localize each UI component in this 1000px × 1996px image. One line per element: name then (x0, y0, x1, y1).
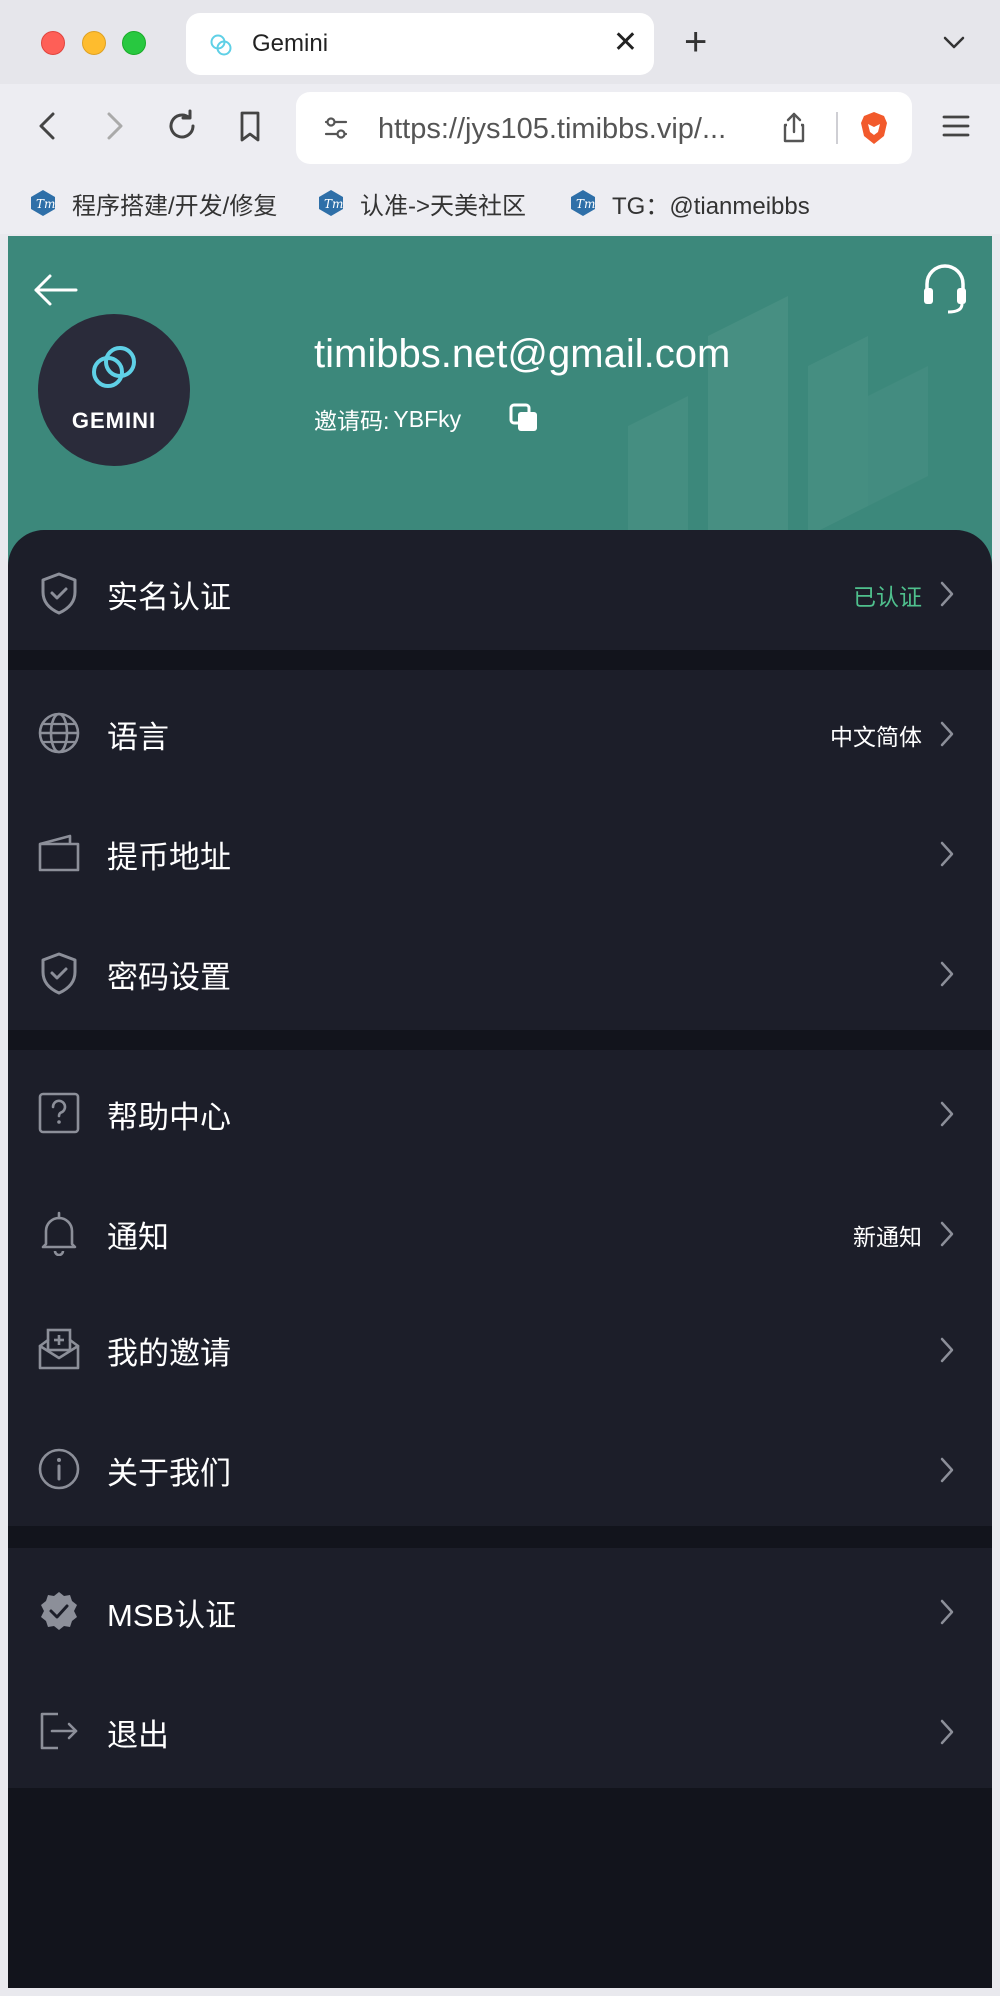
bookmarks-bar: Tm 程序搭建/开发/修复 Tm 认准->天美社区 Tm TG：@tianmei… (0, 172, 1000, 234)
hamburger-menu-icon[interactable] (936, 106, 976, 146)
help-question-icon (38, 1092, 80, 1134)
menu-label: 关于我们 (107, 1456, 231, 1491)
chevron-right-icon (940, 721, 954, 747)
menu-row-logout[interactable]: 退出 (8, 1668, 992, 1788)
chevron-right-icon (940, 1337, 954, 1363)
share-icon[interactable] (776, 110, 812, 146)
info-section: 帮助中心 通知 新通知 我的邀请 关于我们 (8, 1050, 992, 1526)
info-icon (38, 1448, 80, 1490)
tab-title: Gemini (252, 30, 329, 57)
svg-text:Tm: Tm (576, 197, 595, 211)
gemini-logo-icon (92, 346, 136, 388)
menu-row-language[interactable]: 语言 中文简体 (8, 670, 992, 790)
decorative-buildings-graphic (628, 296, 928, 536)
menu-row-notifications[interactable]: 通知 新通知 (8, 1170, 992, 1290)
address-bar[interactable]: https://jys105.timibbs.vip/... (296, 92, 912, 164)
menu-label: 退出 (107, 1718, 169, 1753)
chevron-right-icon (940, 961, 954, 987)
customer-support-headset-icon[interactable] (922, 262, 968, 316)
copy-icon[interactable] (508, 402, 540, 434)
invite-code-label: 邀请码: (314, 408, 390, 434)
tianmei-favicon-icon: Tm (571, 190, 595, 216)
close-window-button[interactable] (41, 31, 65, 55)
url-text[interactable]: https://jys105.timibbs.vip/... (378, 113, 726, 146)
verified-badge-icon (41, 1592, 77, 1630)
bookmark-item[interactable]: Tm TG：@tianmeibbs (568, 185, 810, 221)
tianmei-favicon-icon: Tm (319, 190, 343, 216)
minimize-window-button[interactable] (82, 31, 106, 55)
forward-nav-icon[interactable] (94, 106, 134, 146)
invitation-mailbox-icon (38, 1328, 80, 1370)
globe-icon (38, 712, 80, 754)
avatar: GEMINI (38, 314, 190, 466)
svg-text:Tm: Tm (324, 197, 343, 211)
chevron-right-icon (940, 1457, 954, 1483)
user-email: timibbs.net@gmail.com (314, 332, 731, 376)
brave-shields-icon[interactable] (856, 110, 892, 146)
browser-tab-bar: Gemini ✕ + (0, 0, 1000, 84)
bell-icon (41, 1211, 77, 1256)
chevron-right-icon (940, 841, 954, 867)
tab-close-button[interactable]: ✕ (613, 27, 638, 59)
menu-row-about[interactable]: 关于我们 (8, 1406, 992, 1526)
account-section: MSB认证 退出 (8, 1548, 992, 1788)
verification-section: 实名认证 已认证 (8, 530, 992, 650)
menu-label: 语言 (107, 720, 169, 755)
shield-check-icon (41, 952, 77, 995)
menu-row-password[interactable]: 密码设置 (8, 910, 992, 1030)
menu-row-verification[interactable]: 实名认证 已认证 (8, 530, 992, 650)
menu-row-invitations[interactable]: 我的邀请 (8, 1286, 992, 1406)
new-tab-button[interactable]: + (684, 20, 707, 64)
notification-badge-text: 新通知 (853, 1224, 922, 1250)
chevron-right-icon (940, 1221, 954, 1247)
menu-label: 提币地址 (107, 840, 231, 875)
bookmark-item[interactable]: Tm 程序搭建/开发/修复 (28, 185, 277, 221)
browser-tab[interactable]: Gemini ✕ (186, 13, 654, 75)
zoom-window-button[interactable] (122, 31, 146, 55)
profile-header: GEMINI timibbs.net@gmail.com 邀请码: YBFky (8, 236, 992, 566)
menu-label: 我的邀请 (107, 1336, 231, 1371)
language-value: 中文简体 (830, 724, 922, 750)
avatar-logo-text: GEMINI (71, 408, 157, 433)
chevron-right-icon (940, 1719, 954, 1745)
menu-label: 通知 (107, 1220, 169, 1255)
bookmark-icon[interactable] (230, 106, 270, 146)
bookmark-label: 认准->天美社区 (360, 192, 527, 220)
menu-row-withdraw-address[interactable]: 提币地址 (8, 790, 992, 910)
bookmark-label: TG：@tianmeibbs (612, 192, 810, 220)
menu-label: 实名认证 (107, 580, 231, 615)
menu-row-msb[interactable]: MSB认证 (8, 1548, 992, 1668)
site-settings-icon[interactable] (318, 110, 354, 146)
reload-icon[interactable] (162, 106, 202, 146)
menu-label: 密码设置 (107, 960, 231, 995)
menu-row-help[interactable]: 帮助中心 (8, 1050, 992, 1170)
wallet-icon (38, 834, 80, 872)
back-nav-icon[interactable] (28, 106, 68, 146)
verification-status: 已认证 (853, 584, 922, 610)
menu-label: 帮助中心 (107, 1100, 231, 1135)
profile-page: GEMINI timibbs.net@gmail.com 邀请码: YBFky … (8, 236, 992, 1988)
bookmark-label: 程序搭建/开发/修复 (72, 192, 278, 220)
browser-toolbar: https://jys105.timibbs.vip/... (0, 84, 1000, 172)
address-bar-divider (836, 112, 838, 144)
chevron-down-icon[interactable] (940, 28, 968, 56)
invite-code-row: 邀请码: YBFky (314, 402, 461, 436)
settings-section: 语言 中文简体 提币地址 密码设置 (8, 670, 992, 1030)
tianmei-favicon-icon: Tm (31, 190, 55, 216)
svg-text:Tm: Tm (36, 197, 55, 211)
invite-code-value: YBFky (393, 405, 462, 432)
chevron-right-icon (940, 1599, 954, 1625)
bookmark-item[interactable]: Tm 认准->天美社区 (316, 185, 526, 221)
shield-check-icon (41, 572, 77, 615)
logout-icon (40, 1712, 78, 1750)
chevron-right-icon (940, 581, 954, 607)
back-arrow-icon[interactable] (30, 270, 80, 310)
gemini-favicon-icon (210, 34, 232, 56)
chevron-right-icon (940, 1101, 954, 1127)
menu-label: MSB认证 (107, 1598, 237, 1633)
